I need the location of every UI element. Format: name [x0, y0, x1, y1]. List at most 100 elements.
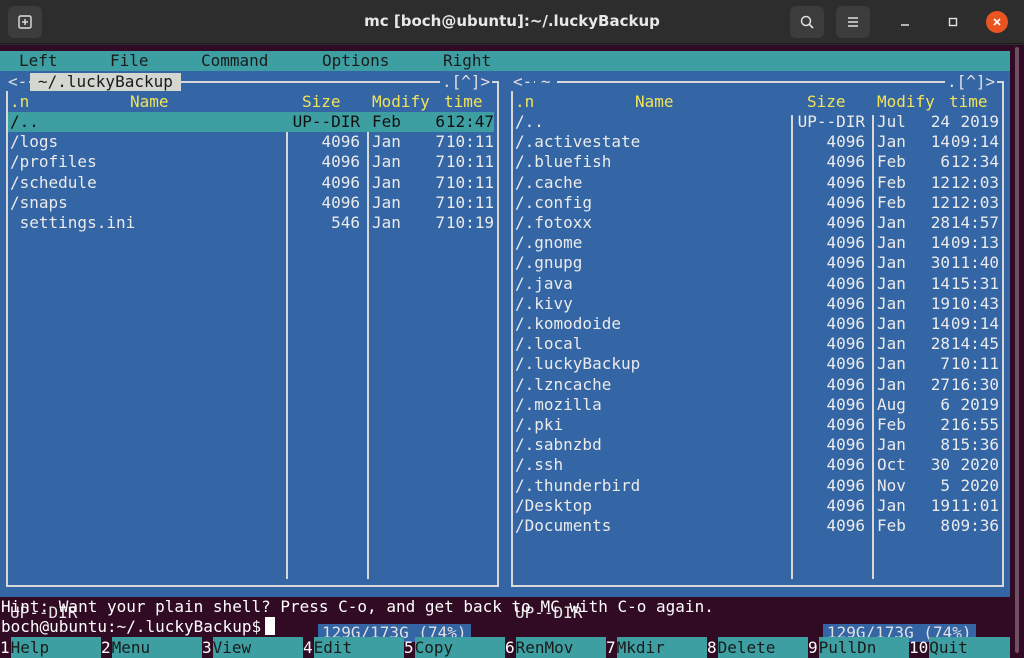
file-month: Jan: [877, 132, 906, 152]
file-time: 16:55: [950, 415, 999, 434]
file-row[interactable]: /.local 4096 Jan 28 14:45: [513, 334, 999, 354]
search-button[interactable]: [790, 6, 824, 38]
fkey-number: 8: [707, 638, 717, 657]
file-day: 7: [940, 354, 950, 374]
file-row[interactable]: /.fotoxx 4096 Jan 28 14:57: [513, 213, 999, 233]
file-day: 7: [435, 213, 445, 232]
col-modify[interactable]: Modify: [372, 92, 430, 112]
menu-button[interactable]: [836, 6, 870, 38]
file-row[interactable]: /Documents 4096 Feb 8 09:36: [513, 516, 999, 536]
col-size[interactable]: Size: [807, 92, 846, 112]
file-time: 2020: [960, 455, 999, 475]
left-panel-path[interactable]: ~/.luckyBackup: [30, 73, 181, 91]
shell-prompt[interactable]: boch@ubuntu:~/.luckyBackup$: [0, 617, 1010, 637]
col-name[interactable]: Name: [635, 92, 674, 112]
file-day: 8: [940, 435, 950, 455]
file-name: /.java: [515, 273, 573, 293]
file-row[interactable]: /logs 4096 Jan 7 10:11: [8, 132, 494, 152]
file-row[interactable]: /.activestate 4096 Jan 14 09:14: [513, 132, 999, 152]
file-row[interactable]: settings.ini 546 Jan 7 10:19: [8, 213, 494, 233]
close-button[interactable]: [986, 11, 1008, 33]
file-month: Jan: [372, 213, 401, 232]
right-panel[interactable]: <- ~ .[^]> .n Name Size Modify time /.. U…: [505, 71, 1010, 642]
col-modify[interactable]: Modify: [877, 92, 935, 112]
file-time: 10:11: [950, 354, 999, 374]
file-row[interactable]: /Desktop 4096 Jan 19 11:01: [513, 496, 999, 516]
fkey-copy[interactable]: 5 Copy: [404, 637, 505, 658]
file-name: /..: [10, 112, 39, 131]
sort-indicator[interactable]: .n: [10, 92, 29, 112]
fkey-pulldn[interactable]: 9 PullDn: [808, 637, 909, 658]
file-day: 7: [435, 172, 445, 192]
right-nav-history[interactable]: .[^]>: [945, 73, 998, 91]
file-name: /.luckyBackup: [515, 354, 641, 374]
terminal-area[interactable]: Left File Command Options Right <- ~/.lu…: [0, 45, 1024, 658]
menu-file[interactable]: File: [110, 51, 149, 71]
file-month: Feb: [372, 112, 401, 131]
maximize-icon: [948, 17, 958, 27]
terminal-scrollbar[interactable]: [1010, 45, 1024, 658]
file-row[interactable]: /.komodoide 4096 Jan 14 09:14: [513, 314, 999, 334]
left-nav-history[interactable]: .[^]>: [440, 73, 493, 91]
menu-command[interactable]: Command: [201, 51, 268, 71]
file-time: 12:47: [445, 112, 494, 131]
file-row[interactable]: /.gnupg 4096 Jan 30 11:40: [513, 253, 999, 273]
fkey-help[interactable]: 1 Help: [0, 637, 101, 658]
file-day: 5: [940, 475, 950, 495]
fkey-edit[interactable]: 4 Edit: [303, 637, 404, 658]
sort-indicator[interactable]: .n: [515, 92, 534, 112]
fkey-delete[interactable]: 8 Delete: [707, 637, 808, 658]
file-name: /.gnupg: [515, 253, 583, 273]
menu-left[interactable]: Left: [19, 51, 58, 71]
file-row-selected[interactable]: /.. UP--DIR Feb 6 12:47: [8, 112, 494, 132]
file-size: 4096: [321, 192, 360, 212]
left-nav-back[interactable]: <-: [6, 73, 30, 91]
file-row[interactable]: /schedule 4096 Jan 7 10:11: [8, 173, 494, 193]
fkey-menu[interactable]: 2 Menu: [101, 637, 202, 658]
fkey-mkdir[interactable]: 7 Mkdir: [606, 637, 707, 658]
file-size: 4096: [321, 152, 360, 172]
right-nav-back[interactable]: <-: [511, 73, 535, 91]
file-day: 14: [930, 132, 950, 152]
file-name: /.thunderbird: [515, 475, 641, 495]
menu-right[interactable]: Right: [443, 51, 491, 71]
scrollbar-thumb[interactable]: [1015, 47, 1019, 653]
file-row[interactable]: /.bluefish 4096 Feb 6 12:34: [513, 152, 999, 172]
right-panel-path[interactable]: ~: [535, 73, 557, 91]
maximize-button[interactable]: [942, 11, 964, 33]
file-row[interactable]: /.luckyBackup 4096 Jan 7 10:11: [513, 354, 999, 374]
file-size: 4096: [826, 495, 865, 515]
file-size: 4096: [826, 314, 865, 333]
fkey-label: Copy: [414, 637, 505, 658]
file-row[interactable]: /snaps 4096 Jan 7 10:11: [8, 193, 494, 213]
file-row[interactable]: /.gnome 4096 Jan 14 09:13: [513, 233, 999, 253]
file-row[interactable]: /.lzncache 4096 Jan 27 16:30: [513, 375, 999, 395]
fkey-view[interactable]: 3 View: [202, 637, 303, 658]
file-row[interactable]: /.ssh 4096 Oct 30 2020: [513, 455, 999, 475]
fkey-number: 10: [909, 638, 929, 657]
file-row[interactable]: /.. UP--DIR Jul 24 2019: [513, 112, 999, 132]
fkey-renmov[interactable]: 6 RenMov: [505, 637, 606, 658]
file-row[interactable]: /.sabnzbd 4096 Jan 8 15:36: [513, 435, 999, 455]
file-size: 4096: [826, 415, 865, 434]
minimize-button[interactable]: [894, 11, 916, 33]
file-name: settings.ini: [10, 213, 136, 232]
file-name: /.config: [515, 192, 593, 212]
file-row[interactable]: /.thunderbird 4096 Nov 5 2020: [513, 476, 999, 496]
file-row[interactable]: /.cache 4096 Feb 12 12:03: [513, 173, 999, 193]
file-row[interactable]: /profiles 4096 Jan 7 10:11: [8, 152, 494, 172]
file-row[interactable]: /.mozilla 4096 Aug 6 2019: [513, 395, 999, 415]
col-name[interactable]: Name: [130, 92, 169, 112]
file-day: 19: [930, 495, 950, 515]
file-row[interactable]: /.java 4096 Jan 14 15:31: [513, 274, 999, 294]
left-panel[interactable]: <- ~/.luckyBackup .[^]> .n Name Size Mod…: [0, 71, 505, 642]
fkey-quit[interactable]: 10 Quit: [909, 637, 1010, 658]
file-row[interactable]: /.pki 4096 Feb 2 16:55: [513, 415, 999, 435]
menu-options[interactable]: Options: [322, 51, 389, 71]
file-row[interactable]: /.kivy 4096 Jan 19 10:43: [513, 294, 999, 314]
file-row[interactable]: /.config 4096 Feb 12 12:03: [513, 193, 999, 213]
file-name: /Documents: [515, 516, 612, 535]
col-time[interactable]: time: [949, 92, 988, 112]
col-time[interactable]: time: [444, 92, 483, 112]
col-size[interactable]: Size: [302, 92, 341, 112]
